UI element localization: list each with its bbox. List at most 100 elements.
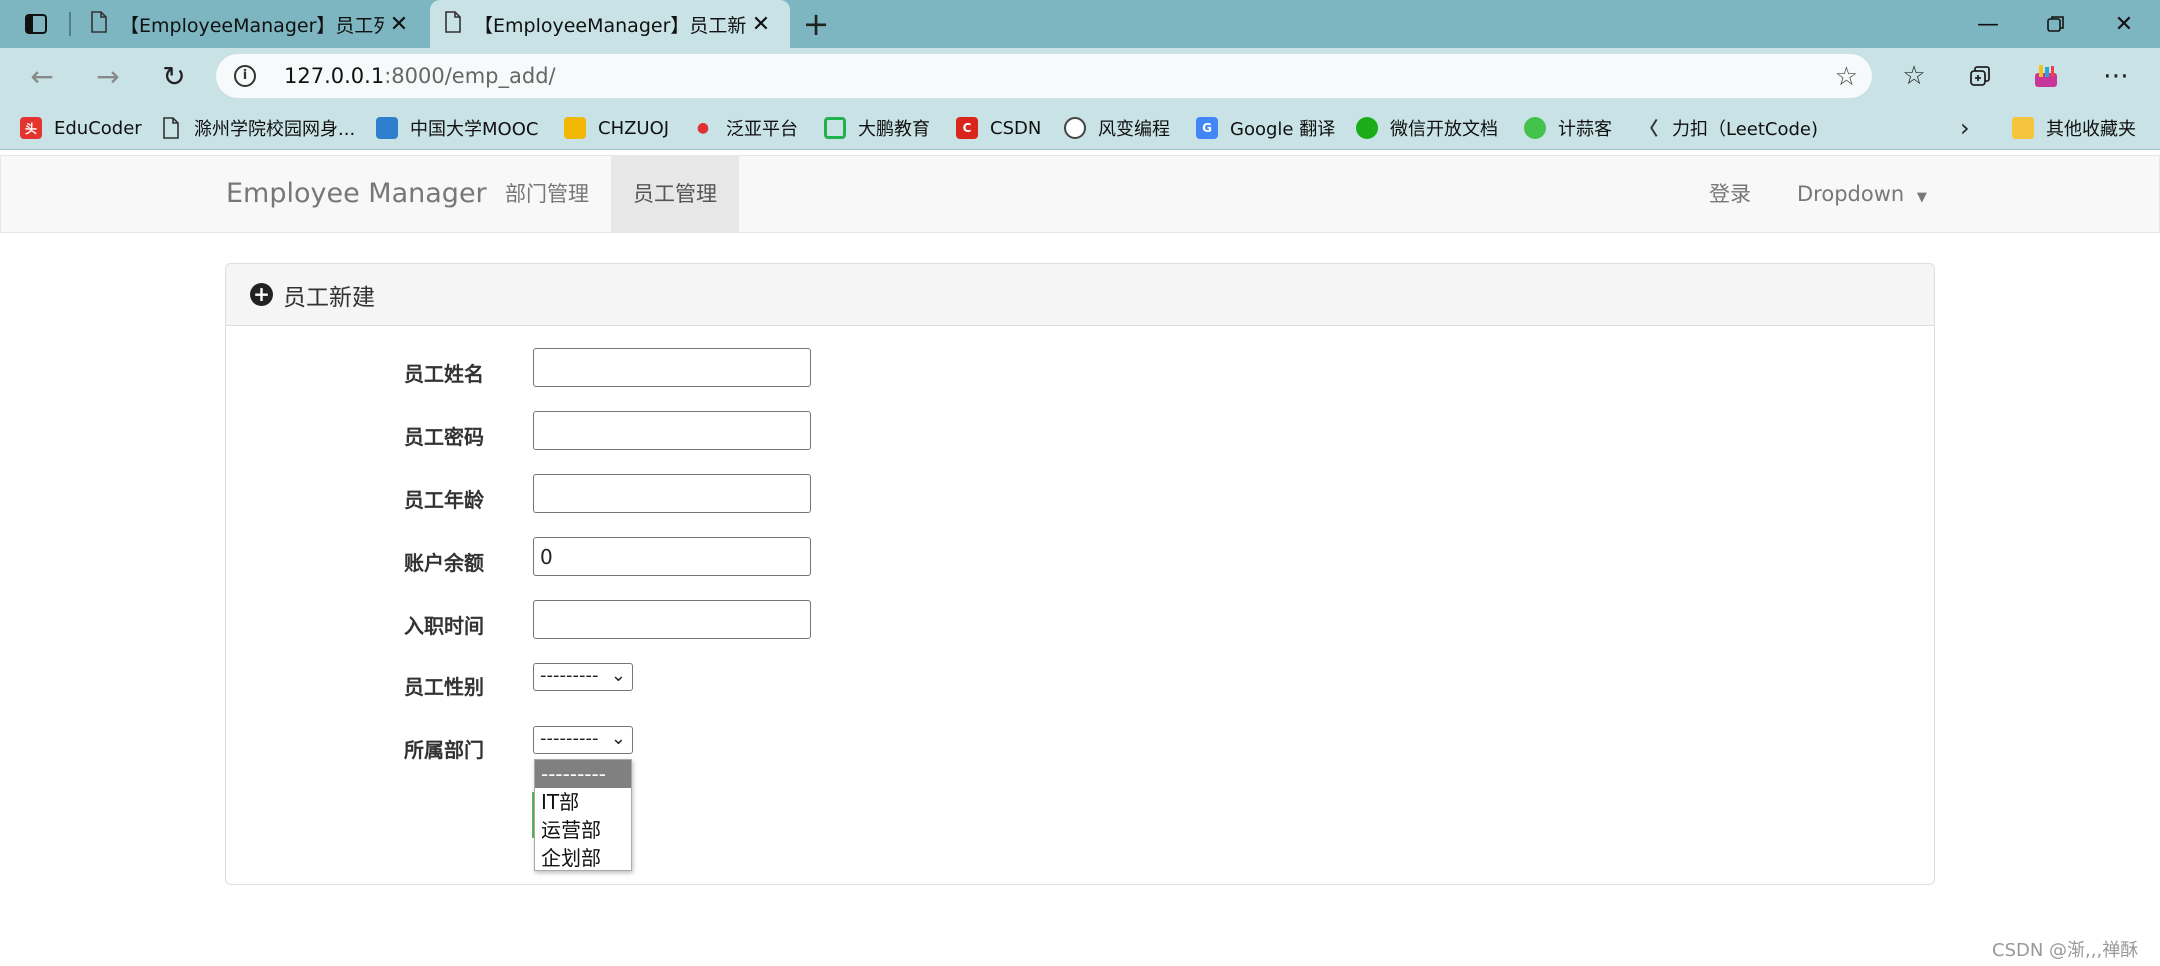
- nav-login[interactable]: 登录: [1687, 156, 1773, 232]
- wechat-icon: [1356, 117, 1378, 139]
- bookmark-label: EduCoder: [54, 117, 142, 139]
- bookmark-label: 力扣（LeetCode): [1672, 119, 1819, 140]
- bookmark-other-folder[interactable]: 其他收藏夹: [2012, 114, 2136, 142]
- tab-separator: [69, 12, 71, 36]
- bookmark-google-translate[interactable]: G Google 翻译: [1196, 114, 1335, 142]
- restore-icon[interactable]: [2022, 0, 2090, 48]
- bookmarks-bar: 头 EduCoder 滁州学院校园网身... 中国大学MOOC CHZUOJ ●…: [0, 104, 2160, 150]
- bookmark-label: 大鹏教育: [858, 119, 930, 140]
- employee-password-input[interactable]: [533, 411, 811, 450]
- bookmark-label: CSDN: [990, 117, 1042, 139]
- close-tab-icon[interactable]: ✕: [384, 12, 414, 37]
- employee-age-input[interactable]: [533, 474, 811, 513]
- department-option-empty[interactable]: ---------: [535, 760, 631, 788]
- form-row-password: 员工密码: [226, 411, 1936, 457]
- select-value: ---------: [540, 665, 599, 686]
- reload-icon[interactable]: ↻: [152, 56, 196, 96]
- employee-name-input[interactable]: [533, 348, 811, 387]
- department-option-planning[interactable]: 企划部: [535, 844, 631, 872]
- collections-icon[interactable]: [1958, 56, 2002, 96]
- bookmark-fengbian[interactable]: 风变编程: [1064, 114, 1170, 142]
- department-dropdown-list: --------- IT部 运营部 企划部: [534, 759, 632, 871]
- department-option-it[interactable]: IT部: [535, 788, 631, 816]
- bookmark-label: 计蒜客: [1558, 119, 1612, 140]
- tab-actions-icon[interactable]: [14, 8, 58, 40]
- field-label: 员工性别: [404, 675, 484, 699]
- forward-icon[interactable]: →: [86, 56, 130, 96]
- close-window-icon[interactable]: ✕: [2090, 0, 2158, 48]
- bookmark-label: 滁州学院校园网身...: [194, 119, 356, 140]
- bookmark-chzuoj[interactable]: CHZUOJ: [564, 114, 669, 142]
- plus-circle-icon: +: [250, 283, 273, 306]
- chzuoj-icon: [564, 117, 586, 139]
- site-navbar: Employee Manager 部门管理 员工管理 登录 Dropdown ▼: [0, 155, 2160, 233]
- bookmark-csdn[interactable]: C CSDN: [956, 114, 1041, 142]
- mooc-icon: [376, 117, 398, 139]
- bookmark-mooc[interactable]: 中国大学MOOC: [376, 114, 538, 142]
- jisuanke-icon: [1524, 117, 1546, 139]
- field-label: 员工姓名: [404, 362, 484, 386]
- panel-title: 员工新建: [283, 284, 375, 311]
- form-row-hire-date: 入职时间: [226, 600, 1936, 646]
- department-select[interactable]: --------- ⌄: [533, 726, 633, 754]
- field-label: 员工年龄: [404, 488, 484, 512]
- page-icon: [90, 10, 108, 38]
- bookmark-leetcode[interactable]: 〈 力扣（LeetCode): [1638, 114, 1818, 142]
- bookmark-wechat-docs[interactable]: 微信开放文档: [1356, 114, 1498, 142]
- watermark: CSDN @渐,,,禅酥: [1992, 940, 2139, 961]
- address-bar[interactable]: i 127.0.0.1:8000/emp_add/ ☆: [216, 54, 1872, 98]
- hire-date-input[interactable]: [533, 600, 811, 639]
- field-label: 入职时间: [404, 614, 484, 638]
- url-text[interactable]: 127.0.0.1:8000/emp_add/: [284, 64, 556, 88]
- google-translate-icon: G: [1196, 117, 1218, 139]
- csdn-icon: C: [956, 117, 978, 139]
- field-label: 员工密码: [404, 425, 484, 449]
- form-row-gender: 员工性别 --------- ⌄: [226, 663, 1936, 709]
- gender-select[interactable]: --------- ⌄: [533, 663, 633, 691]
- new-tab-icon[interactable]: +: [798, 6, 834, 42]
- bookmark-jisuanke[interactable]: 计蒜客: [1524, 114, 1612, 142]
- fengbian-icon: [1064, 117, 1086, 139]
- dapeng-icon: [824, 117, 846, 139]
- back-icon[interactable]: ←: [20, 56, 64, 96]
- more-menu-icon[interactable]: ⋯: [2094, 56, 2138, 96]
- form-row-age: 员工年龄: [226, 474, 1936, 520]
- chevron-right-icon[interactable]: ›: [1960, 114, 1970, 142]
- bookmark-fanya[interactable]: ● 泛亚平台: [692, 114, 798, 142]
- caret-down-icon: ▼: [1916, 190, 1927, 205]
- toutiao-icon: 头: [20, 117, 42, 139]
- bookmark-label: 泛亚平台: [726, 119, 798, 140]
- nav-dropdown[interactable]: Dropdown ▼: [1775, 156, 1949, 232]
- department-option-operations[interactable]: 运营部: [535, 816, 631, 844]
- bookmark-label: Google 翻译: [1230, 119, 1336, 140]
- tab-employee-new[interactable]: 【EmployeeManager】员工新建 ✕: [430, 0, 790, 48]
- bookmark-dapeng[interactable]: 大鹏教育: [824, 114, 930, 142]
- add-favorite-icon[interactable]: ☆: [1835, 62, 1858, 92]
- account-balance-input[interactable]: [533, 537, 811, 576]
- favorites-icon[interactable]: ☆: [1892, 56, 1936, 96]
- site-info-icon[interactable]: i: [234, 65, 256, 87]
- page-icon: [444, 10, 462, 38]
- chevron-down-icon: ⌄: [610, 665, 626, 686]
- bookmark-label: CHZUOJ: [598, 117, 670, 139]
- field-label: 账户余额: [404, 551, 484, 575]
- brand-link[interactable]: Employee Manager: [226, 178, 487, 209]
- form-row-department: 所属部门 --------- ⌄: [226, 726, 1936, 772]
- minimize-icon[interactable]: —: [1954, 0, 2022, 48]
- extension-icon[interactable]: [2024, 56, 2068, 96]
- fanya-icon: ●: [696, 120, 710, 136]
- close-tab-icon[interactable]: ✕: [746, 12, 776, 37]
- nav-department-management[interactable]: 部门管理: [483, 156, 611, 232]
- dropdown-label: Dropdown: [1797, 182, 1905, 206]
- select-value: ---------: [540, 728, 599, 749]
- employee-create-panel: + 员工新建 员工姓名 员工密码 员工年龄 账户余额 入职时间 员工性别 ---…: [225, 263, 1935, 885]
- bookmark-educoder[interactable]: 头 EduCoder: [20, 114, 142, 142]
- bookmark-campus-net[interactable]: 滁州学院校园网身...: [160, 114, 355, 142]
- chevron-down-icon: ⌄: [610, 728, 626, 749]
- tab-employee-list[interactable]: 【EmployeeManager】员工列表 ✕: [76, 0, 428, 48]
- tab-title: 【EmployeeManager】员工列表: [120, 14, 384, 37]
- folder-icon: [2012, 117, 2034, 139]
- nav-employee-management[interactable]: 员工管理: [611, 156, 739, 232]
- browser-tab-strip: 【EmployeeManager】员工列表 ✕ 【EmployeeManager…: [0, 0, 2160, 48]
- form-row-balance: 账户余额: [226, 537, 1936, 583]
